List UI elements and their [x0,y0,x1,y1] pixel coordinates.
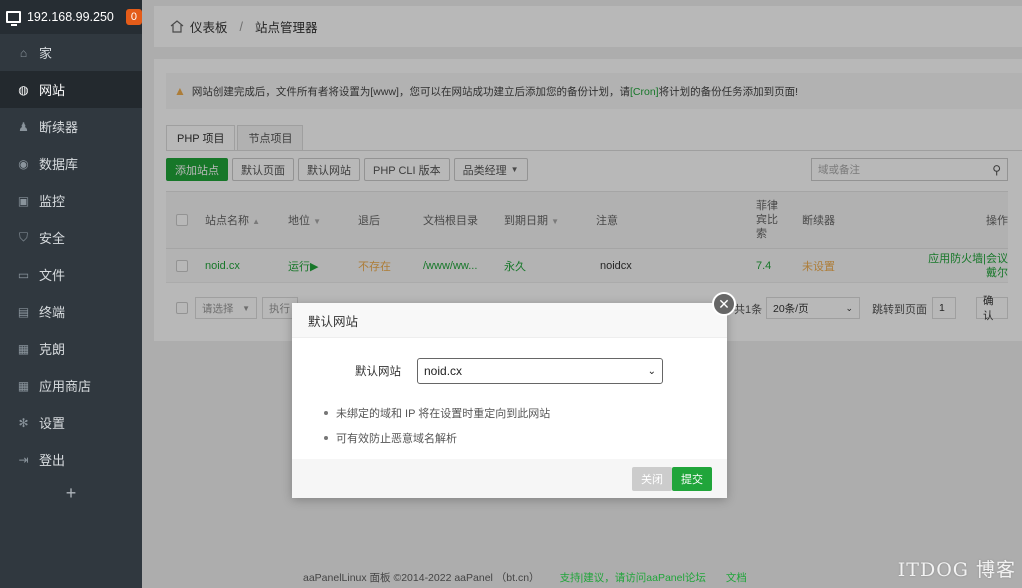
dialog-footer: 关闭 提交 [292,459,727,498]
footer-support-link[interactable]: 支持|建议，请访问aaPanel论坛 [560,570,706,585]
sidebar-item-label: 数据库 [39,157,79,172]
dialog-title: 默认网站 [292,303,727,338]
default-site-select[interactable]: noid.cx ⌄ [417,358,663,384]
sidebar-item-3[interactable]: ◉ 数据库 [0,145,142,182]
grid-icon: ▦ [17,378,30,393]
folder-icon: ▭ [17,267,30,282]
sidebar-item-9[interactable]: ▦ 应用商店 [0,367,142,404]
database-icon: ◉ [18,156,29,171]
add-menu-button[interactable]: + [0,478,142,508]
sidebar: 192.168.99.250 0 ⌂ 家 ◍ 网站 ♟ 断续器 ◉ 数据库 ▣ 监控 ⛉ 安全 ▭ 文件 ▤… [0,0,142,588]
sidebar-item-11[interactable]: ⇥ 登出 [0,441,142,478]
shield-icon: ⛉ [18,230,28,244]
server-header[interactable]: 192.168.99.250 0 [0,0,142,34]
close-icon[interactable]: ✕ [712,292,736,316]
sidebar-item-4[interactable]: ▣ 监控 [0,182,142,219]
sidebar-item-label: 家 [39,46,53,61]
sidebar-item-6[interactable]: ▭ 文件 [0,256,142,293]
tip-item: 未绑定的域和 IP 将在设置时重定向到此网站 [324,405,550,421]
sidebar-item-2[interactable]: ♟ 断续器 [0,108,142,145]
dialog-tips: 未绑定的域和 IP 将在设置时重定向到此网站 可有效防止恶意域名解析 [324,405,550,455]
monitor-icon [6,11,21,26]
chevron-down-icon: ⌄ [647,365,656,377]
sidebar-item-10[interactable]: ✻ 设置 [0,404,142,441]
bullet-icon [324,411,328,415]
globe-icon: ◍ [18,82,29,97]
modal-overlay[interactable] [142,0,1022,588]
sidebar-item-5[interactable]: ⛉ 安全 [0,219,142,256]
sidebar-item-label: 文件 [39,268,66,283]
monitor-icon: ▣ [17,193,30,208]
sidebar-item-7[interactable]: ▤ 终端 [0,293,142,330]
submit-button[interactable]: 提交 [672,467,712,491]
default-site-row: 默认网站 noid.cx ⌄ [355,358,663,384]
sidebar-item-8[interactable]: ▦ 克朗 [0,330,142,367]
server-ip: 192.168.99.250 [26,10,114,24]
sidebar-item-label: 终端 [39,305,66,320]
calendar-icon: ▦ [17,341,30,356]
sidebar-item-label: 安全 [39,231,66,246]
sidebar-item-label: 监控 [39,194,66,209]
default-site-label: 默认网站 [355,366,401,378]
logout-icon: ⇥ [18,452,29,467]
footer: aaPanelLinux 面板 ©2014-2022 aaPanel （bt.c… [142,566,1022,588]
sidebar-item-label: 克朗 [39,342,66,357]
gear-icon: ✻ [18,415,29,430]
default-site-dialog: 默认网站 ✕ 默认网站 noid.cx ⌄ 未绑定的域和 IP 将在设置时重定向… [292,292,736,498]
sidebar-item-label: 应用商店 [39,379,92,394]
tip-item: 可有效防止恶意域名解析 [324,430,550,446]
sidebar-item-0[interactable]: ⌂ 家 [0,34,142,71]
sidebar-item-label: 设置 [39,416,66,431]
cancel-button[interactable]: 关闭 [632,467,672,491]
sidebar-item-label: 登出 [39,453,66,468]
footer-copyright: aaPanelLinux 面板 ©2014-2022 aaPanel （bt.c… [303,571,540,584]
footer-docs-link[interactable]: 文档 [726,570,747,585]
home-icon: ⌂ [19,45,28,60]
sidebar-item-label: 网站 [39,83,66,98]
watermark: ITDOG 博客 [897,559,1016,581]
terminal-icon: ▤ [17,304,30,319]
sidebar-item-1[interactable]: ◍ 网站 [0,71,142,108]
notification-badge[interactable]: 0 [125,9,142,25]
bullet-icon [324,436,328,440]
user-icon: ♟ [18,119,29,134]
sidebar-item-label: 断续器 [39,120,79,135]
default-site-value: noid.cx [424,364,463,378]
